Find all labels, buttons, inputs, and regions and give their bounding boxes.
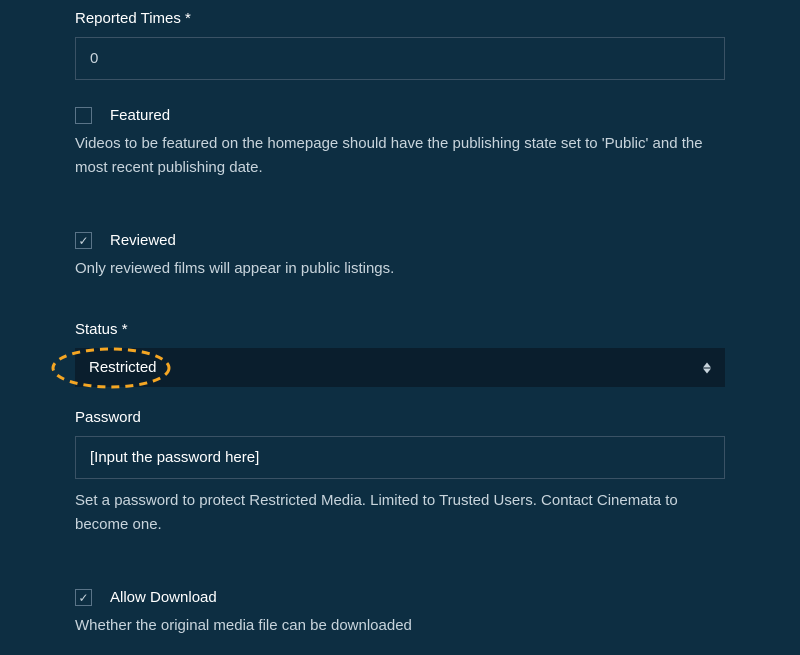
password-hint: Set a password to protect Restricted Med… <box>75 489 725 537</box>
reviewed-checkbox[interactable] <box>75 232 92 249</box>
reviewed-label: Reviewed <box>110 232 176 249</box>
reviewed-hint: Only reviewed films will appear in publi… <box>75 257 725 281</box>
reported-times-label: Reported Times * <box>75 10 725 27</box>
password-input[interactable] <box>75 436 725 479</box>
featured-row: Featured <box>75 107 725 124</box>
reported-times-input[interactable] <box>75 37 725 80</box>
featured-hint: Videos to be featured on the homepage sh… <box>75 132 725 180</box>
allow-download-hint: Whether the original media file can be d… <box>75 614 725 638</box>
allow-download-label: Allow Download <box>110 589 217 606</box>
status-select[interactable]: Restricted <box>75 348 725 387</box>
featured-label: Featured <box>110 107 170 124</box>
media-settings-form: Reported Times * Featured Videos to be f… <box>0 0 800 648</box>
status-select-wrapper: Restricted <box>75 348 725 387</box>
password-label: Password <box>75 409 725 426</box>
status-label: Status * <box>75 321 725 338</box>
featured-checkbox[interactable] <box>75 107 92 124</box>
reviewed-row: Reviewed <box>75 232 725 249</box>
allow-download-row: Allow Download <box>75 589 725 606</box>
allow-download-checkbox[interactable] <box>75 589 92 606</box>
